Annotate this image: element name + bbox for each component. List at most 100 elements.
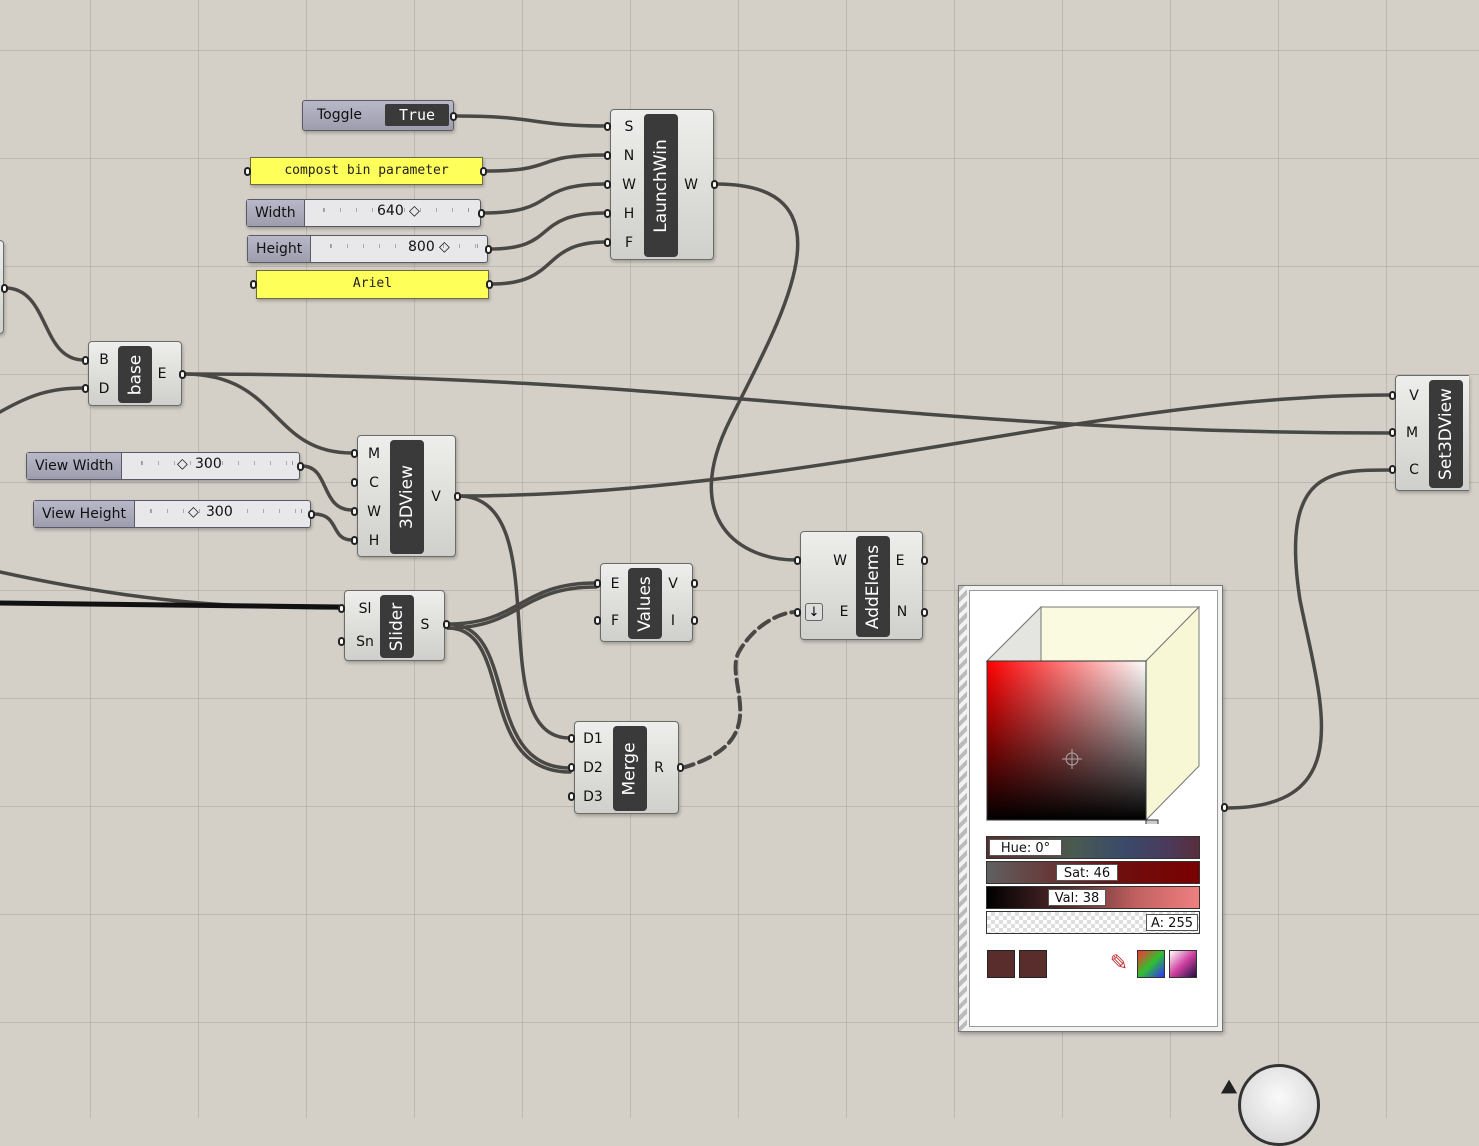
output-grip[interactable] — [711, 180, 718, 189]
input-w[interactable]: W — [617, 177, 641, 193]
output-n[interactable]: N — [890, 604, 914, 620]
input-grip[interactable] — [568, 792, 575, 801]
slider-output-grip[interactable] — [308, 510, 315, 519]
radial-menu-widget[interactable] — [1238, 1064, 1320, 1146]
input-grip[interactable] — [338, 637, 345, 646]
output-grip[interactable] — [691, 579, 698, 588]
toggle-output-grip[interactable] — [450, 112, 457, 121]
panel-output-grip[interactable] — [486, 280, 493, 289]
input-d1[interactable]: D1 — [581, 731, 605, 747]
input-h[interactable]: H — [617, 206, 641, 222]
input-grip[interactable] — [1389, 428, 1396, 437]
number-slider-width[interactable]: Width 640 ◇ — [246, 199, 481, 227]
input-grip[interactable] — [82, 384, 89, 393]
input-s[interactable]: S — [617, 119, 641, 135]
input-grip[interactable] — [604, 151, 611, 160]
input-grip[interactable] — [351, 536, 358, 545]
input-grip[interactable] — [568, 763, 575, 772]
gradient-swatch-icon[interactable] — [1169, 950, 1197, 978]
input-grip[interactable] — [1389, 391, 1396, 400]
input-w[interactable]: W — [362, 504, 386, 520]
input-grip[interactable] — [82, 356, 89, 365]
output-r[interactable]: R — [647, 760, 671, 776]
output-grip[interactable] — [691, 616, 698, 625]
input-c[interactable]: C — [362, 475, 386, 491]
input-grip[interactable] — [604, 209, 611, 218]
input-sl[interactable]: Sl — [353, 601, 377, 617]
slider-output-grip[interactable] — [478, 209, 485, 218]
slider-output-grip[interactable] — [485, 245, 492, 254]
input-grip[interactable] — [594, 579, 601, 588]
number-slider-view-height[interactable]: View Height ◇ 300 — [33, 500, 311, 528]
panel-output-grip[interactable] — [480, 167, 487, 176]
input-sn[interactable]: Sn — [353, 634, 377, 650]
output-s[interactable]: S — [413, 617, 437, 633]
current-color-swatch[interactable] — [987, 950, 1015, 978]
output-grip[interactable] — [921, 608, 928, 617]
input-m[interactable]: M — [362, 446, 386, 462]
input-n[interactable]: N — [617, 148, 641, 164]
picker-output-grip[interactable] — [1221, 803, 1228, 812]
boolean-toggle[interactable]: Toggle True — [302, 100, 454, 131]
output-grip[interactable] — [677, 763, 684, 772]
input-d2[interactable]: D2 — [581, 760, 605, 776]
alpha-bar[interactable]: A: 255 — [986, 911, 1200, 934]
input-v[interactable]: V — [1402, 388, 1426, 404]
input-e[interactable]: E — [603, 576, 627, 592]
output-v[interactable]: V — [424, 489, 448, 505]
slider-handle-icon[interactable]: ◇ — [188, 504, 199, 520]
input-b[interactable]: B — [92, 352, 116, 368]
output-i[interactable]: I — [661, 613, 685, 629]
input-d[interactable]: D — [92, 381, 116, 397]
component-launchwin[interactable]: LaunchWin S N W H F W — [610, 109, 714, 260]
panel-input-grip[interactable] — [244, 167, 251, 176]
eyedropper-icon[interactable]: ✎ — [1105, 950, 1133, 978]
slider-handle-icon[interactable]: ◇ — [439, 239, 450, 255]
output-grip[interactable] — [179, 370, 186, 379]
number-slider-view-width[interactable]: View Width ◇ 300 — [26, 452, 300, 480]
previous-color-swatch[interactable] — [1019, 950, 1047, 978]
output-grip[interactable] — [1, 284, 8, 293]
input-grip[interactable] — [338, 604, 345, 613]
input-grip[interactable] — [604, 180, 611, 189]
slider-handle-icon[interactable]: ◇ — [177, 456, 188, 472]
output-grip[interactable] — [443, 620, 450, 629]
color-picker-panel[interactable]: Hue: 0° Sat: 46 Val: 38 A: 255 ✎ — [958, 585, 1223, 1032]
input-grip[interactable] — [794, 556, 801, 565]
input-f[interactable]: F — [617, 235, 641, 251]
component-set3dview[interactable]: Set3DView V M C — [1395, 375, 1469, 491]
input-m[interactable]: M — [1400, 425, 1424, 441]
input-grip[interactable] — [351, 478, 358, 487]
input-grip[interactable] — [604, 122, 611, 131]
color-cube-view[interactable] — [986, 606, 1202, 824]
component-base[interactable]: base B D E — [88, 341, 182, 406]
panel-input-grip[interactable] — [250, 280, 257, 289]
output-grip[interactable] — [921, 556, 928, 565]
input-grip[interactable] — [1389, 465, 1396, 474]
slider-track[interactable] — [330, 244, 478, 248]
output-v[interactable]: V — [661, 576, 685, 592]
output-e[interactable]: E — [888, 553, 912, 569]
input-grip[interactable] — [568, 734, 575, 743]
slider-output-grip[interactable] — [297, 462, 304, 471]
output-w[interactable]: W — [679, 177, 703, 193]
input-grip[interactable] — [794, 608, 801, 617]
panel-window-name[interactable]: compost bin parameter — [250, 157, 483, 185]
saturation-bar[interactable]: Sat: 46 — [986, 861, 1200, 884]
component-values[interactable]: Values E F V I — [600, 563, 693, 642]
input-f[interactable]: F — [603, 613, 627, 629]
number-slider-height[interactable]: Height 800 ◇ — [247, 235, 488, 263]
toggle-value-button[interactable]: True — [385, 104, 449, 126]
input-c[interactable]: C — [1402, 462, 1426, 478]
panel-font-name[interactable]: Ariel — [256, 270, 489, 299]
input-h[interactable]: H — [362, 533, 386, 549]
input-grip[interactable] — [351, 507, 358, 516]
component-addelems[interactable]: AddElems W E ↓ E N — [800, 531, 923, 640]
input-e[interactable]: E — [832, 604, 856, 620]
output-e[interactable]: E — [150, 366, 174, 382]
component-3dview[interactable]: 3DView M C W H V — [357, 435, 456, 557]
rgb-cube-icon[interactable] — [1137, 950, 1165, 978]
component-merge[interactable]: Merge D1 D2 D3 R — [574, 721, 679, 814]
input-grip[interactable] — [594, 616, 601, 625]
slider-handle-icon[interactable]: ◇ — [409, 203, 420, 219]
